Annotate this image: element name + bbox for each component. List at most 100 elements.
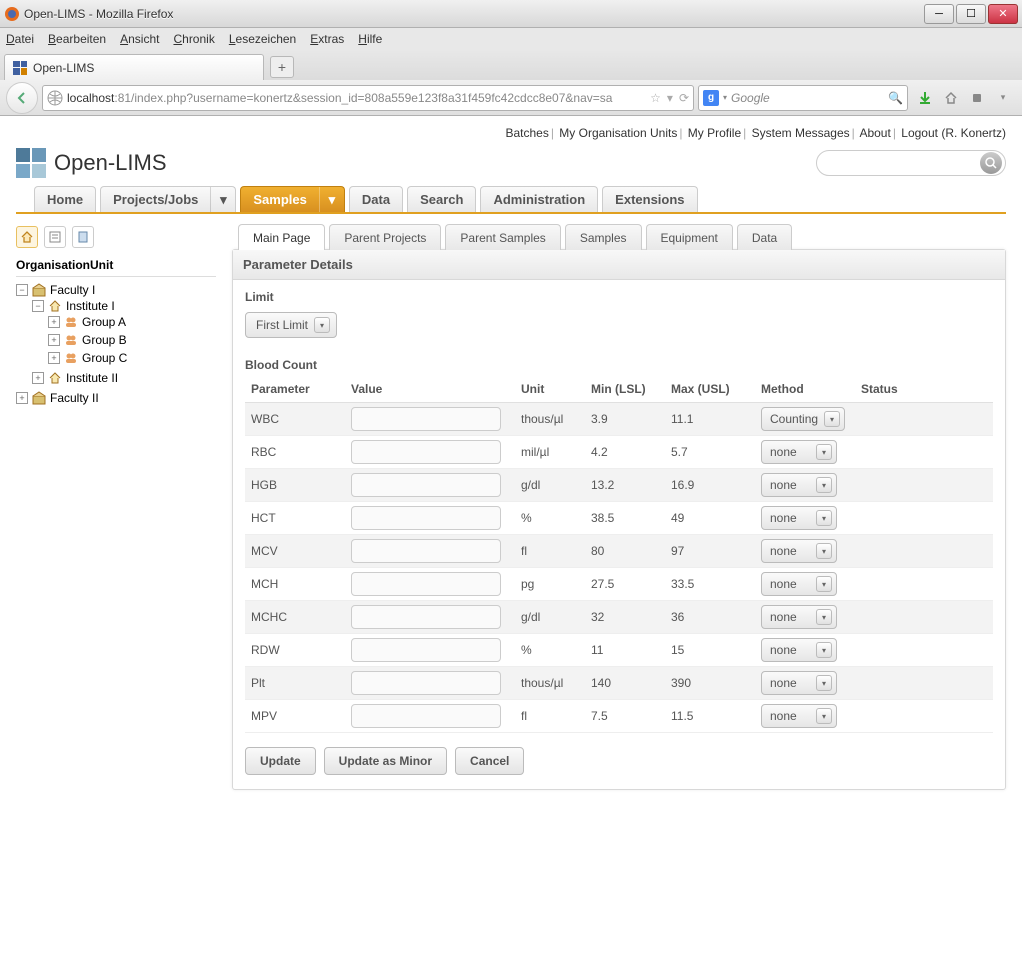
chevron-down-icon[interactable]: ▾: [210, 187, 235, 212]
menu-view[interactable]: Ansicht: [120, 32, 159, 46]
tree-node-label[interactable]: Faculty I: [50, 283, 95, 297]
chevron-down-icon[interactable]: ▾: [816, 543, 832, 559]
tree-expand-icon[interactable]: +: [16, 392, 28, 404]
link-about[interactable]: About: [859, 126, 890, 140]
value-input[interactable]: [351, 539, 501, 563]
reload-icon[interactable]: ⟳: [679, 91, 689, 105]
new-tab-button[interactable]: +: [270, 56, 294, 78]
method-select[interactable]: none▾: [761, 440, 837, 464]
tree-expand-icon[interactable]: +: [32, 372, 44, 384]
chevron-down-icon[interactable]: ▾: [816, 708, 832, 724]
menu-extras[interactable]: Extras: [310, 32, 344, 46]
value-input[interactable]: [351, 473, 501, 497]
cancel-button[interactable]: Cancel: [455, 747, 524, 775]
method-select[interactable]: none▾: [761, 671, 837, 695]
value-input[interactable]: [351, 407, 501, 431]
chevron-down-icon[interactable]: ▾: [816, 510, 832, 526]
window-maximize-button[interactable]: ☐: [956, 4, 986, 24]
app-search-button[interactable]: [980, 152, 1002, 174]
browser-search-box[interactable]: g ▾ Google 🔍: [698, 85, 908, 111]
value-input[interactable]: [351, 506, 501, 530]
value-input[interactable]: [351, 440, 501, 464]
download-icon[interactable]: [916, 89, 934, 107]
tree-detail-icon[interactable]: [44, 226, 66, 248]
method-select[interactable]: none▾: [761, 506, 837, 530]
star-icon[interactable]: ☆: [650, 91, 661, 105]
subtab-parent-projects[interactable]: Parent Projects: [329, 224, 441, 250]
chevron-down-icon[interactable]: ▾: [816, 642, 832, 658]
link-batches[interactable]: Batches: [505, 126, 548, 140]
menu-bookmarks[interactable]: Lesezeichen: [229, 32, 296, 46]
method-select[interactable]: Counting▾: [761, 407, 845, 431]
method-select[interactable]: none▾: [761, 638, 837, 662]
tab-administration[interactable]: Administration: [480, 186, 598, 212]
value-input[interactable]: [351, 572, 501, 596]
link-org-units[interactable]: My Organisation Units: [559, 126, 677, 140]
update-button[interactable]: Update: [245, 747, 316, 775]
menu-chevron-icon[interactable]: ▾: [994, 89, 1012, 107]
method-select[interactable]: none▾: [761, 572, 837, 596]
dropdown-icon[interactable]: ▾: [667, 91, 673, 105]
tree-expand-icon[interactable]: +: [48, 352, 60, 364]
nav-back-button[interactable]: [6, 82, 38, 114]
tree-doc-icon[interactable]: [72, 226, 94, 248]
tree-home-icon[interactable]: [16, 226, 38, 248]
tree-expand-icon[interactable]: +: [48, 316, 60, 328]
method-select[interactable]: none▾: [761, 473, 837, 497]
menu-history[interactable]: Chronik: [173, 32, 214, 46]
tree-collapse-icon[interactable]: −: [16, 284, 28, 296]
menu-file[interactable]: Datei: [6, 32, 34, 46]
chevron-down-icon[interactable]: ▾: [824, 411, 840, 427]
value-input[interactable]: [351, 671, 501, 695]
search-magnifier-icon[interactable]: 🔍: [888, 91, 903, 105]
subtab-equipment[interactable]: Equipment: [646, 224, 733, 250]
method-select[interactable]: none▾: [761, 539, 837, 563]
app-search-box[interactable]: [816, 150, 1006, 176]
value-input[interactable]: [351, 605, 501, 629]
limit-select[interactable]: First Limit ▾: [245, 312, 337, 338]
browser-tab[interactable]: Open-LIMS: [4, 54, 264, 80]
chevron-down-icon[interactable]: ▾: [816, 609, 832, 625]
value-input[interactable]: [351, 638, 501, 662]
tab-home[interactable]: Home: [34, 186, 96, 212]
tree-node-label[interactable]: Group A: [82, 315, 126, 329]
tab-extensions[interactable]: Extensions: [602, 186, 697, 212]
home-icon[interactable]: [942, 89, 960, 107]
chevron-down-icon[interactable]: ▾: [816, 675, 832, 691]
menu-edit[interactable]: Bearbeiten: [48, 32, 106, 46]
chevron-down-icon[interactable]: ▾: [314, 317, 330, 333]
tab-samples[interactable]: Samples▾: [240, 186, 344, 212]
addon-icon[interactable]: [968, 89, 986, 107]
subtab-parent-samples[interactable]: Parent Samples: [445, 224, 560, 250]
menu-help[interactable]: Hilfe: [358, 32, 382, 46]
tree-expand-icon[interactable]: +: [48, 334, 60, 346]
tab-projects[interactable]: Projects/Jobs▾: [100, 186, 236, 212]
tree-node-label[interactable]: Institute II: [66, 371, 118, 385]
tree-node-label[interactable]: Faculty II: [50, 391, 99, 405]
tree-node-label[interactable]: Institute I: [66, 299, 115, 313]
method-select[interactable]: none▾: [761, 605, 837, 629]
chevron-down-icon[interactable]: ▾: [319, 187, 344, 212]
link-profile[interactable]: My Profile: [688, 126, 741, 140]
method-select[interactable]: none▾: [761, 704, 837, 728]
value-input[interactable]: [351, 704, 501, 728]
subtab-main-page[interactable]: Main Page: [238, 224, 325, 250]
search-dropdown-icon[interactable]: ▾: [723, 93, 727, 102]
chevron-down-icon[interactable]: ▾: [816, 444, 832, 460]
tab-search[interactable]: Search: [407, 186, 476, 212]
tree-node-label[interactable]: Group C: [82, 351, 127, 365]
tree-node-label[interactable]: Group B: [82, 333, 127, 347]
chevron-down-icon[interactable]: ▾: [816, 477, 832, 493]
url-bar[interactable]: localhost:81/index.php?username=konertz&…: [42, 85, 694, 111]
subtab-samples[interactable]: Samples: [565, 224, 642, 250]
chevron-down-icon[interactable]: ▾: [816, 576, 832, 592]
link-messages[interactable]: System Messages: [752, 126, 850, 140]
subtab-data[interactable]: Data: [737, 224, 792, 250]
window-minimize-button[interactable]: ─: [924, 4, 954, 24]
link-logout[interactable]: Logout (R. Konertz): [901, 126, 1006, 140]
tree-collapse-icon[interactable]: −: [32, 300, 44, 312]
window-close-button[interactable]: ✕: [988, 4, 1018, 24]
tab-data[interactable]: Data: [349, 186, 403, 212]
app-search-input[interactable]: [825, 156, 980, 170]
update-minor-button[interactable]: Update as Minor: [324, 747, 447, 775]
